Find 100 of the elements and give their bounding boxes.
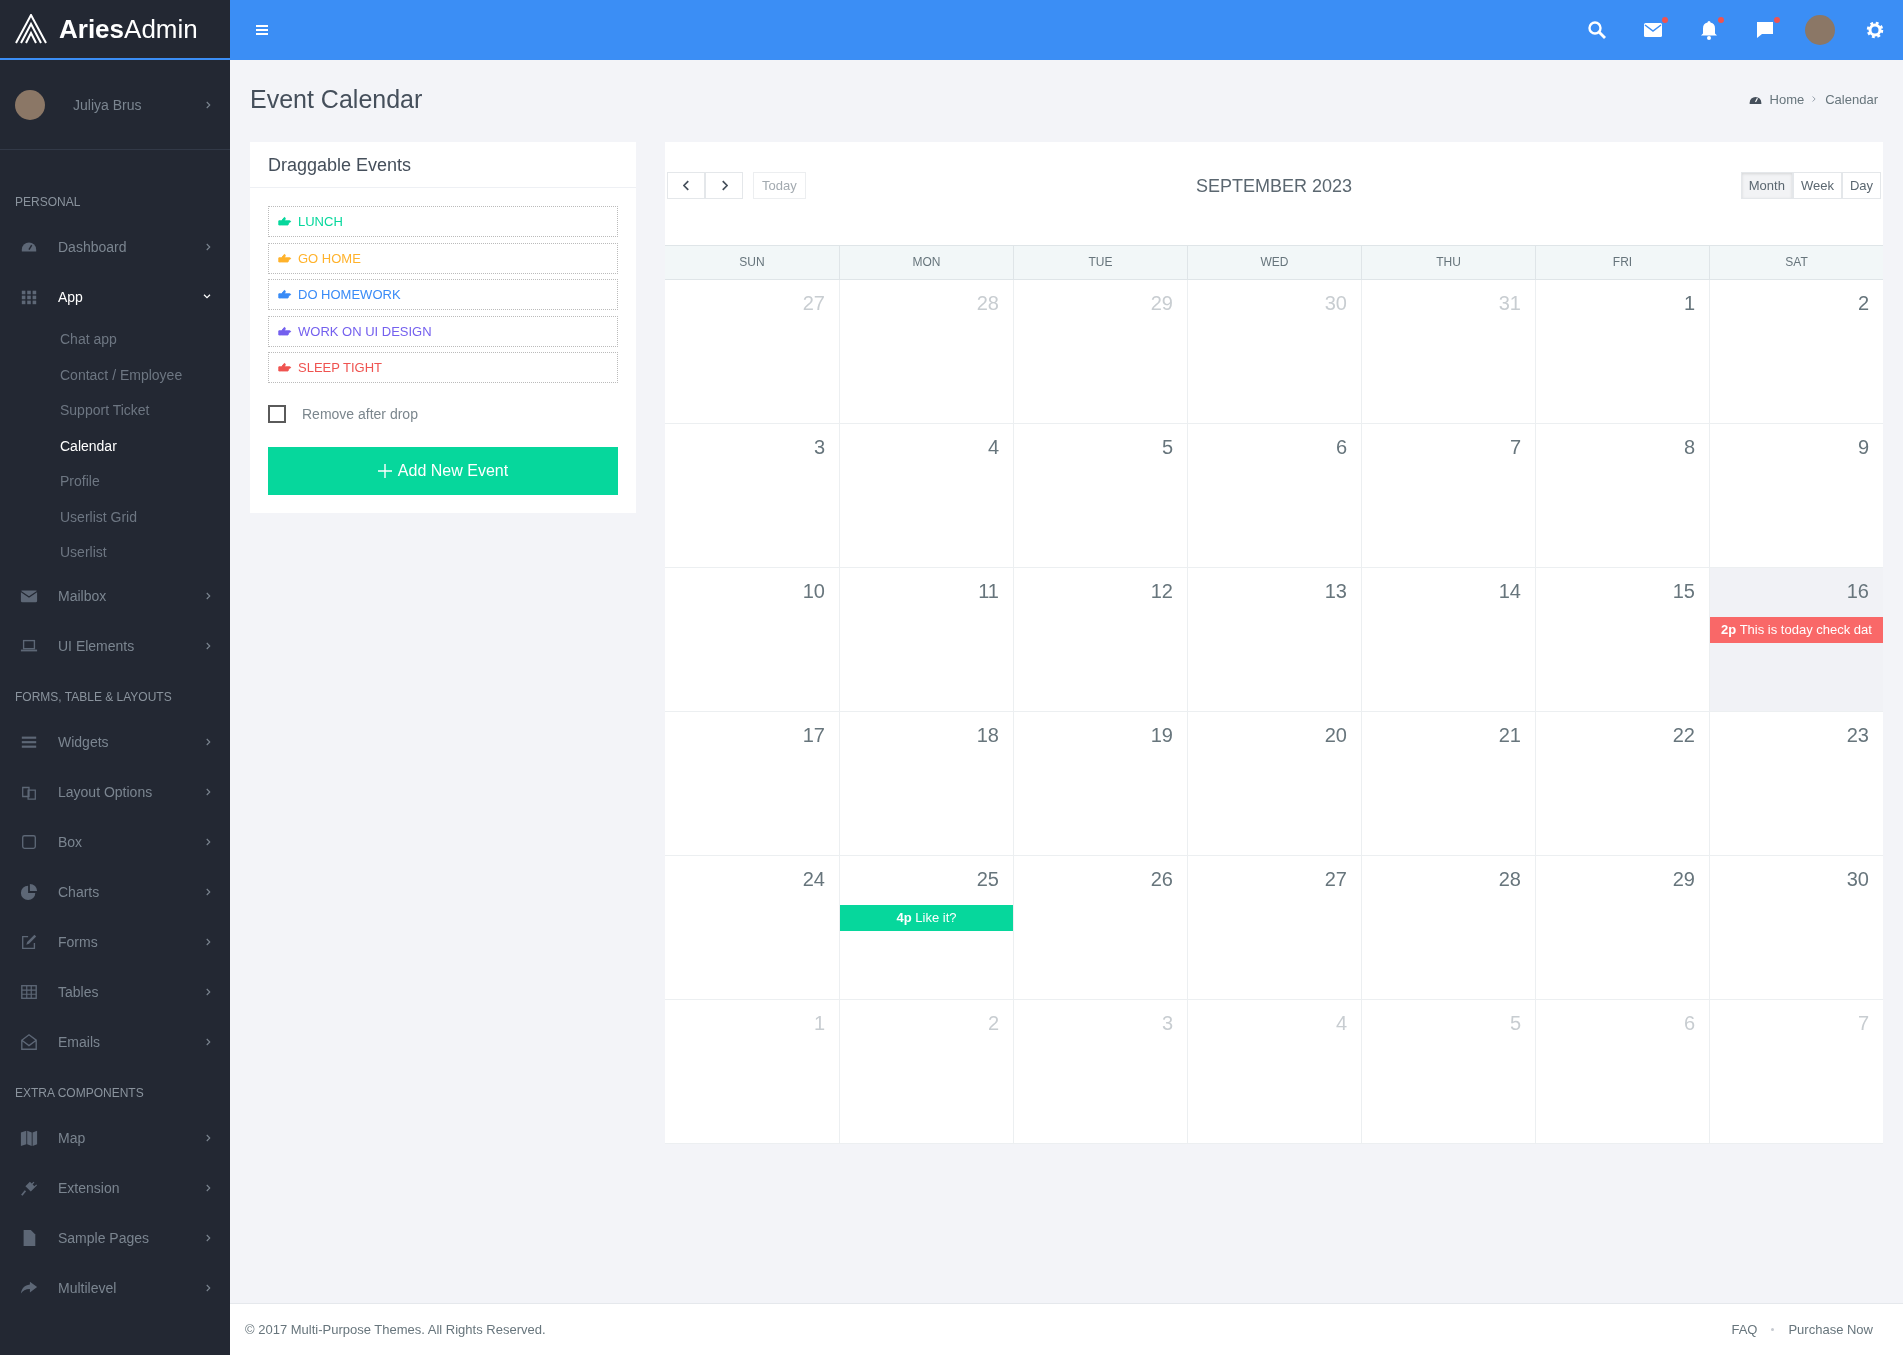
table-icon (20, 982, 38, 1001)
day-cell[interactable]: 23 (1709, 712, 1883, 856)
footer-link[interactable]: FAQ (1731, 1322, 1758, 1337)
submenu-item[interactable]: Calendar (0, 428, 230, 464)
day-cell[interactable]: 25 4p Like it? (839, 856, 1013, 1000)
day-number: 13 (1324, 580, 1348, 603)
day-cell[interactable]: 21 (1361, 712, 1535, 856)
day-number: 10 (802, 580, 826, 603)
sidebar-item[interactable]: UI Elements (0, 620, 230, 671)
breadcrumb-link[interactable]: Home (1769, 91, 1805, 107)
day-cell[interactable]: 10 (665, 568, 839, 712)
day-cell[interactable]: 1 (1535, 280, 1709, 424)
sidebar-item[interactable]: Dashboard (0, 222, 230, 272)
user-menu[interactable]: Juliya Brus (0, 60, 230, 150)
day-cell[interactable]: 20 (1187, 712, 1361, 856)
copyright-text: © 2017 Multi-Purpose Themes. All Rights Reserved. (245, 1322, 546, 1337)
sidebar-item[interactable]: Map (0, 1112, 230, 1163)
chevron-right-icon (206, 1182, 212, 1193)
mountain-logo-icon (15, 14, 47, 44)
sidebar-item[interactable]: Mailbox (0, 570, 230, 621)
weekday-header: SUN (738, 254, 766, 271)
day-cell[interactable]: 7 (1361, 424, 1535, 568)
checkbox[interactable] (268, 404, 286, 423)
chevron-right-icon (206, 786, 212, 797)
day-cell[interactable]: 24 (665, 856, 839, 1000)
sidebar-item[interactable]: Tables (0, 966, 230, 1017)
sidebar-item[interactable]: Extension (0, 1162, 230, 1213)
day-number: 16 (1846, 580, 1870, 603)
day-cell[interactable]: 27 (1187, 856, 1361, 1000)
day-cell[interactable]: 14 (1361, 568, 1535, 712)
day-cell[interactable]: 11 (839, 568, 1013, 712)
sidebar-item[interactable]: Box (0, 816, 230, 867)
sidebar-item[interactable]: Widgets (0, 716, 230, 767)
view-tab[interactable]: Week (1792, 172, 1842, 199)
view-tab[interactable]: Day (1841, 172, 1881, 199)
breadcrumb-current: Calendar (1825, 91, 1878, 107)
chevron-right-icon (206, 936, 212, 947)
submenu-item[interactable]: Profile (0, 464, 230, 500)
day-cell[interactable]: 4 (839, 424, 1013, 568)
submenu-item[interactable]: Support Ticket (0, 393, 230, 429)
next-button[interactable] (705, 172, 743, 199)
sidebar-item[interactable]: Sample Pages (0, 1212, 230, 1263)
day-number: 29 (1672, 868, 1696, 891)
day-cell[interactable]: 29 (1535, 856, 1709, 1000)
chevron-left-icon (682, 180, 690, 191)
day-cell[interactable]: 17 (665, 712, 839, 856)
section-heading: PERSONAL (14, 194, 82, 211)
chevron-right-icon (206, 986, 212, 997)
day-number: 23 (1846, 724, 1870, 747)
calendar-title: SEPTEMBER 2023 (1194, 176, 1354, 197)
day-cell[interactable]: 8 (1535, 424, 1709, 568)
day-cell[interactable]: 18 (839, 712, 1013, 856)
sidebar-item[interactable]: Forms (0, 916, 230, 967)
chevron-right-icon (206, 1232, 212, 1243)
notification-dot (1718, 17, 1724, 23)
day-number: 12 (1150, 580, 1174, 603)
day-number: 14 (1498, 580, 1522, 603)
day-number: 27 (1324, 868, 1348, 891)
submenu-item[interactable]: Userlist (0, 535, 230, 571)
sidebar-item[interactable]: Charts (0, 866, 230, 917)
day-number: 30 (1846, 868, 1870, 891)
day-number: 17 (802, 724, 826, 747)
view-tab[interactable]: Month (1740, 172, 1793, 199)
day-cell[interactable]: 16 2p This is today check dat (1709, 568, 1883, 712)
sidebar-item[interactable]: Emails (0, 1016, 230, 1067)
day-cell[interactable]: 6 (1187, 424, 1361, 568)
calendar-event[interactable]: 2p This is today check dat (1710, 617, 1883, 643)
day-cell[interactable]: 22 (1535, 712, 1709, 856)
logo-text: AriesAdmin (59, 13, 198, 45)
sidebar-item[interactable]: App (0, 272, 230, 322)
draggable-event[interactable]: WORK ON UI DESIGN (268, 315, 618, 347)
day-cell[interactable]: 26 (1013, 856, 1187, 1000)
day-cell[interactable]: 30 (1709, 856, 1883, 1000)
submenu-item[interactable]: Userlist Grid (0, 499, 230, 535)
day-number: 1 (1683, 292, 1696, 315)
checkbox-label: Remove after drop (302, 405, 418, 422)
footer-link[interactable]: Purchase Now (1788, 1322, 1873, 1337)
day-number: 18 (976, 724, 1000, 747)
draggable-event[interactable]: DO HOMEWORK (268, 279, 618, 310)
day-number: 15 (1672, 580, 1696, 603)
day-cell[interactable]: 5 (1013, 424, 1187, 568)
day-cell[interactable]: 2 (1709, 280, 1883, 424)
day-cell[interactable]: 12 (1013, 568, 1187, 712)
previous-button[interactable] (667, 172, 705, 199)
day-number: 20 (1324, 724, 1348, 747)
submenu-item[interactable]: Contact / Employee (0, 357, 230, 393)
day-cell[interactable]: 3 (665, 424, 839, 568)
day-cell[interactable]: 13 (1187, 568, 1361, 712)
day-cell[interactable]: 19 (1013, 712, 1187, 856)
day-number: 11 (978, 580, 1000, 603)
plus-icon (377, 463, 392, 478)
sidebar-item[interactable]: Layout Options (0, 766, 230, 817)
submenu-item[interactable]: Chat app (0, 322, 230, 358)
day-cell[interactable]: 28 (1361, 856, 1535, 1000)
open-envelope-icon (20, 1032, 38, 1051)
day-number: 5 (1161, 436, 1174, 459)
avatar (15, 89, 45, 120)
sidebar-item[interactable]: Multilevel (0, 1262, 230, 1313)
today-button[interactable]: Today (753, 172, 806, 199)
draggable-event[interactable]: SLEEP TIGHT (268, 352, 618, 383)
